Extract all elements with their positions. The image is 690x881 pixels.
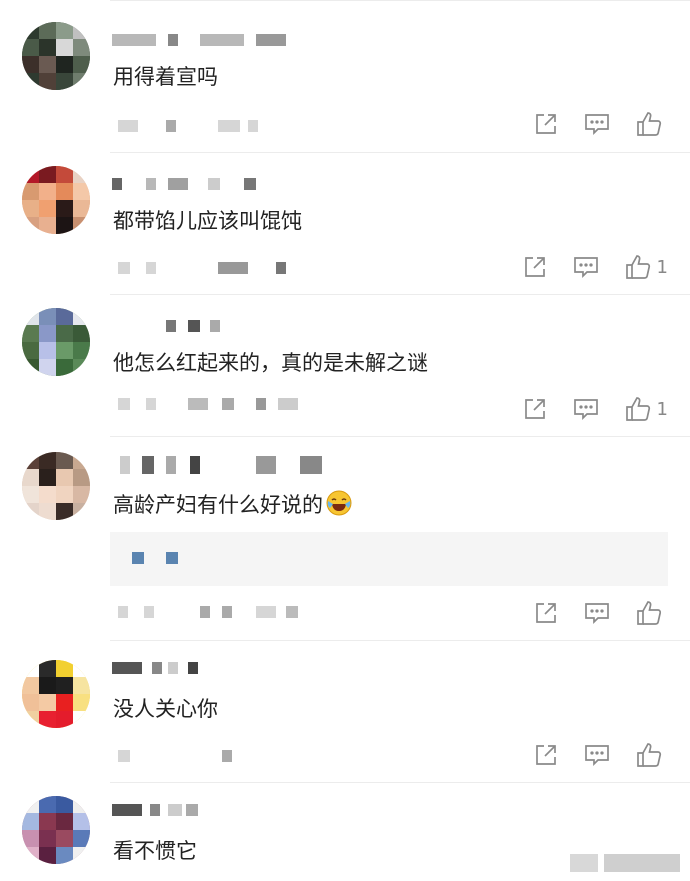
- avatar[interactable]: [22, 22, 90, 90]
- like-button[interactable]: [636, 600, 668, 626]
- comment-item: 用得着宣吗: [0, 0, 690, 150]
- comment-text: 都带馅儿应该叫馄饨: [113, 209, 302, 233]
- share-icon: [524, 257, 545, 277]
- thumbs-up-icon: [637, 743, 662, 767]
- reply-button[interactable]: [584, 601, 610, 625]
- divider: [110, 294, 690, 295]
- thumbs-up-icon: [625, 255, 650, 279]
- laughing-crying-emoji-icon: [326, 490, 352, 516]
- reply-button[interactable]: [584, 112, 610, 136]
- avatar[interactable]: [22, 308, 90, 376]
- comment-actions: [508, 110, 668, 138]
- share-button[interactable]: [523, 255, 547, 279]
- reply-icon: [585, 745, 609, 767]
- comment-text: 高龄产妇有什么好说的: [113, 490, 352, 519]
- reply-icon: [573, 399, 598, 421]
- share-button[interactable]: [534, 743, 558, 767]
- avatar[interactable]: [22, 452, 90, 520]
- like-count: 1: [656, 256, 668, 278]
- reply-button[interactable]: [573, 255, 599, 279]
- comment-text: 看不惯它: [113, 839, 197, 863]
- comment-text: 他怎么红起来的，真的是未解之谜: [113, 351, 428, 375]
- like-button[interactable]: [636, 742, 668, 768]
- thumbs-up-icon: [637, 112, 662, 136]
- comment-actions: 1: [497, 395, 668, 423]
- like-button[interactable]: 1: [625, 254, 668, 280]
- divider: [110, 0, 690, 1]
- comment-item: 看不惯它: [0, 782, 690, 881]
- quoted-link-redacted: [166, 552, 178, 564]
- avatar[interactable]: [22, 166, 90, 234]
- thumbs-up-icon: [625, 397, 650, 421]
- divider: [110, 640, 690, 641]
- share-button[interactable]: [534, 601, 558, 625]
- share-button[interactable]: [534, 112, 558, 136]
- reply-button[interactable]: [584, 743, 610, 767]
- divider: [110, 436, 690, 437]
- comment-actions: [508, 599, 668, 627]
- reply-button[interactable]: [573, 397, 599, 421]
- comment-item: 没人关心你: [0, 640, 690, 782]
- comment-text-content: 高龄产妇有什么好说的: [113, 493, 323, 517]
- comment-actions: [508, 741, 668, 769]
- share-icon: [536, 603, 556, 623]
- share-icon: [536, 745, 556, 765]
- comment-actions: 1: [497, 253, 668, 281]
- comment-item: 都带馅儿应该叫馄饨 1: [0, 152, 690, 294]
- share-icon: [536, 114, 556, 134]
- like-count: 1: [656, 398, 668, 420]
- avatar[interactable]: [22, 796, 90, 864]
- comment-item: 他怎么红起来的，真的是未解之谜 1: [0, 294, 690, 436]
- reply-icon: [573, 257, 598, 279]
- like-button[interactable]: 1: [625, 396, 668, 422]
- comment-text: 用得着宣吗: [113, 65, 218, 89]
- share-icon: [524, 399, 545, 419]
- quoted-link-redacted: [132, 552, 144, 564]
- reply-icon: [585, 603, 609, 625]
- thumbs-up-icon: [637, 601, 662, 625]
- divider: [110, 782, 690, 783]
- like-button[interactable]: [636, 111, 668, 137]
- share-button[interactable]: [523, 397, 547, 421]
- divider: [110, 152, 690, 153]
- quoted-reply-box[interactable]: [110, 532, 668, 586]
- avatar[interactable]: [22, 660, 90, 728]
- comment-text: 没人关心你: [113, 697, 218, 721]
- reply-icon: [585, 114, 609, 136]
- comment-item: 高龄产妇有什么好说的: [0, 436, 690, 640]
